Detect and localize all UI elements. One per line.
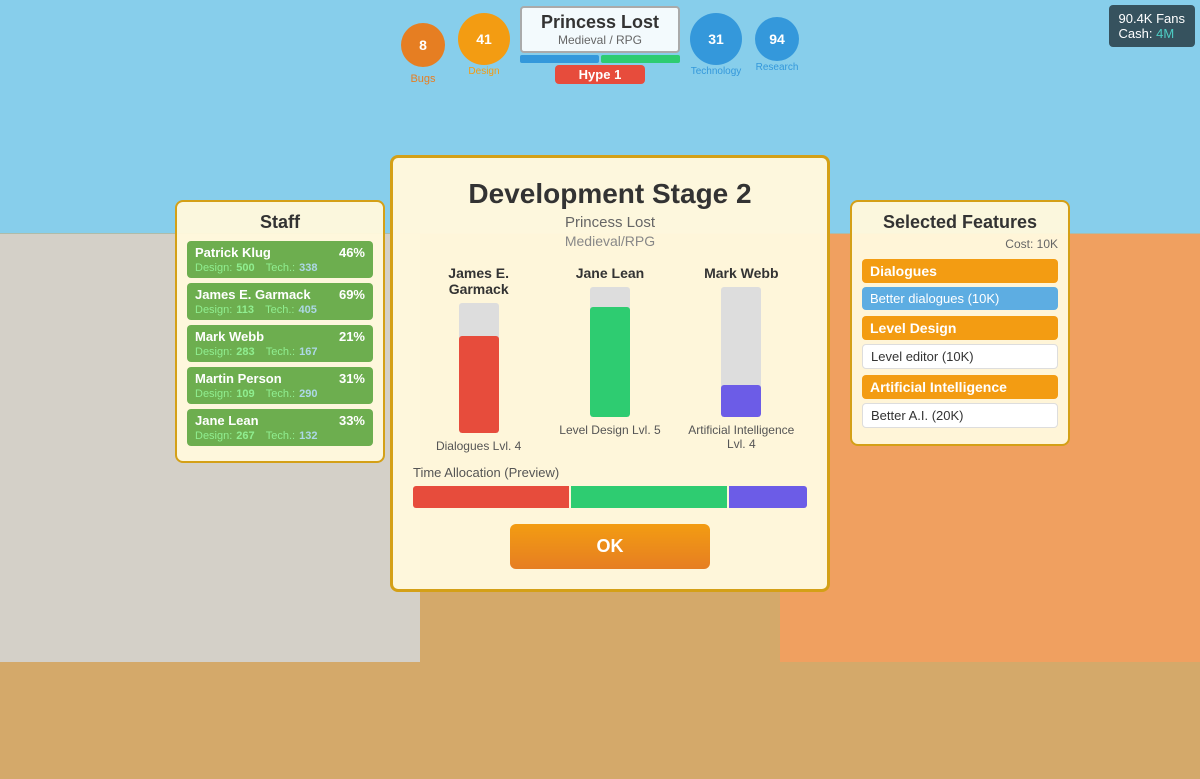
- dev-game-name: Princess Lost: [413, 214, 807, 231]
- mark-bar: [721, 385, 761, 418]
- worker-bar-mark: [721, 287, 761, 417]
- staff-name-patrick: Patrick Klug 46%: [195, 245, 365, 260]
- bugs-label: Bugs: [410, 73, 435, 85]
- tech-bubble: 31: [690, 13, 742, 65]
- time-bar-blue: [729, 486, 807, 508]
- staff-name-james: James E. Garmack 69%: [195, 287, 365, 302]
- game-genre: Medieval / RPG: [538, 33, 662, 47]
- worker-bar-jane: [590, 287, 630, 417]
- design-label: Design: [468, 66, 499, 77]
- staff-title: Staff: [187, 212, 373, 233]
- james-bar: [459, 336, 499, 434]
- worker-james: James E. Garmack Dialogues Lvl. 4: [419, 265, 539, 453]
- jane-bar: [590, 307, 630, 418]
- feature-better-ai[interactable]: Better A.I. (20K): [862, 403, 1058, 428]
- category-dialogues[interactable]: Dialogues: [862, 259, 1058, 283]
- staff-item-patrick[interactable]: Patrick Klug 46% Design: 500 Tech.: 338: [187, 241, 373, 278]
- time-allocation-label: Time Allocation (Preview): [413, 465, 807, 480]
- time-bar-red: [413, 486, 569, 508]
- staff-stats-james: Design: 113 Tech.: 405: [195, 304, 365, 316]
- staff-name-jane: Jane Lean 33%: [195, 413, 365, 428]
- research-label: Research: [756, 62, 799, 73]
- category-level-design[interactable]: Level Design: [862, 316, 1058, 340]
- mark-task-label: Artificial Intelligence Lvl. 4: [681, 423, 801, 451]
- feature-level-editor[interactable]: Level editor (10K): [862, 344, 1058, 369]
- bugs-count: 8: [419, 37, 427, 53]
- research-bubble: 94: [755, 17, 799, 61]
- staff-stats-martin: Design: 109 Tech.: 290: [195, 388, 365, 400]
- cost-label: Cost: 10K: [862, 237, 1058, 251]
- top-bar: 8 Bugs 41 Design Princess Lost Medieval …: [0, 0, 1200, 90]
- design-bubble: 41: [458, 13, 510, 65]
- worker-name-jane: Jane Lean: [576, 265, 644, 281]
- tech-label: Technology: [691, 66, 742, 77]
- design-count: 41: [476, 31, 492, 47]
- tech-count: 31: [708, 31, 724, 47]
- dev-dialog: Development Stage 2 Princess Lost Mediev…: [390, 155, 830, 592]
- time-bar-green: [571, 486, 727, 508]
- staff-name-mark: Mark Webb 21%: [195, 329, 365, 344]
- staff-name-martin: Martin Person 31%: [195, 371, 365, 386]
- staff-stats-jane: Design: 267 Tech.: 132: [195, 430, 365, 442]
- bugs-bubble: 8: [401, 23, 445, 67]
- worker-name-mark: Mark Webb: [704, 265, 778, 281]
- hype-container: Hype 1: [555, 65, 646, 84]
- time-bar-container: [413, 486, 807, 508]
- hype-badge: Hype 1: [555, 65, 646, 84]
- staff-panel: Staff Patrick Klug 46% Design: 500 Tech.…: [175, 200, 385, 463]
- worker-bar-james: [459, 303, 499, 433]
- feature-better-dialogues[interactable]: Better dialogues (10K): [862, 287, 1058, 310]
- progress-bars: [520, 55, 680, 65]
- ok-button[interactable]: OK: [510, 524, 710, 569]
- jane-task-label: Level Design Lvl. 5: [559, 423, 660, 437]
- design-progress-bar: [520, 55, 599, 63]
- top-stats: 8 Bugs 41 Design Princess Lost Medieval …: [401, 6, 799, 84]
- staff-stats-mark: Design: 283 Tech.: 167: [195, 346, 365, 358]
- worker-jane: Jane Lean Level Design Lvl. 5: [550, 265, 670, 453]
- james-task-label: Dialogues Lvl. 4: [436, 439, 521, 453]
- research-count: 94: [769, 31, 785, 47]
- time-allocation: Time Allocation (Preview): [413, 465, 807, 508]
- features-panel: Selected Features Cost: 10K Dialogues Be…: [850, 200, 1070, 446]
- game-title-bar: Princess Lost Medieval / RPG: [520, 6, 680, 53]
- worker-name-james: James E. Garmack: [419, 265, 539, 297]
- game-title: Princess Lost: [538, 12, 662, 33]
- staff-item-james[interactable]: James E. Garmack 69% Design: 113 Tech.: …: [187, 283, 373, 320]
- staff-item-mark[interactable]: Mark Webb 21% Design: 283 Tech.: 167: [187, 325, 373, 362]
- workers-row: James E. Garmack Dialogues Lvl. 4 Jane L…: [413, 265, 807, 453]
- staff-item-martin[interactable]: Martin Person 31% Design: 109 Tech.: 290: [187, 367, 373, 404]
- features-title: Selected Features: [862, 212, 1058, 233]
- staff-stats-patrick: Design: 500 Tech.: 338: [195, 262, 365, 274]
- game-info-panel: Princess Lost Medieval / RPG Hype 1: [520, 6, 680, 84]
- dev-game-genre: Medieval/RPG: [413, 233, 807, 249]
- category-ai[interactable]: Artificial Intelligence: [862, 375, 1058, 399]
- staff-item-jane[interactable]: Jane Lean 33% Design: 267 Tech.: 132: [187, 409, 373, 446]
- dev-stage-title: Development Stage 2: [413, 178, 807, 210]
- tech-progress-bar: [601, 55, 680, 63]
- worker-mark: Mark Webb Artificial Intelligence Lvl. 4: [681, 265, 801, 453]
